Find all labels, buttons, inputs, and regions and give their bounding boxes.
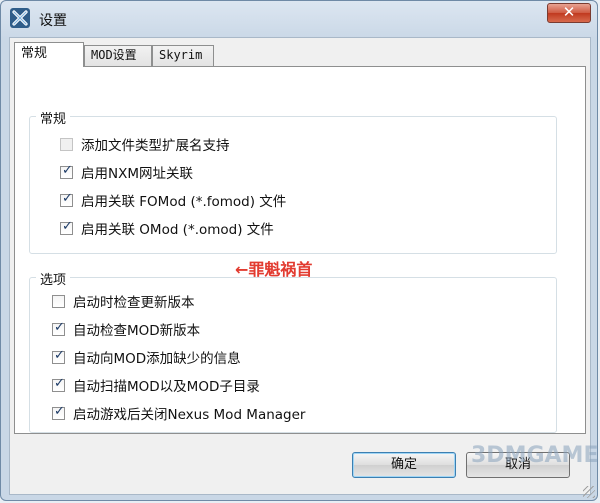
- check-mod-versions-label: 自动检查MOD新版本: [73, 323, 201, 339]
- general-groupbox: 常规 添加文件类型扩展名支持 启用NXM网址关联 启用关联 FOMod (*.f…: [29, 108, 557, 254]
- tab-general[interactable]: 常规: [14, 42, 84, 67]
- settings-window: 设置 ✕ 常规 MOD设置 Skyrim 常规 添加文件类型扩展名支持 启用NX…: [0, 0, 598, 501]
- options-groupbox: 选项 启动时检查更新版本 自动检查MOD新版本 自动向MOD添加缺少的信息 自动…: [29, 269, 557, 433]
- add-missing-info-checkbox[interactable]: [52, 348, 65, 364]
- options-group-title: 选项: [36, 269, 71, 288]
- tab-mod-settings[interactable]: MOD设置: [84, 45, 152, 66]
- option-scan-subdirs[interactable]: 自动扫描MOD以及MOD子目录: [52, 375, 260, 395]
- option-omod-association[interactable]: 启用关联 OMod (*.omod) 文件: [60, 218, 274, 238]
- tab-skyrim[interactable]: Skyrim: [152, 45, 214, 66]
- option-fomod-association[interactable]: 启用关联 FOMod (*.fomod) 文件: [60, 190, 286, 210]
- scan-subdirs-checkbox[interactable]: [52, 376, 65, 392]
- check-mod-versions-checkbox[interactable]: [52, 320, 65, 336]
- tab-page-general: 常规 添加文件类型扩展名支持 启用NXM网址关联 启用关联 FOMod (*.f…: [14, 66, 586, 434]
- ok-button[interactable]: 确定: [352, 452, 456, 478]
- omod-association-label: 启用关联 OMod (*.omod) 文件: [81, 222, 274, 238]
- close-icon: ✕: [562, 3, 576, 21]
- fomod-association-checkbox[interactable]: [60, 191, 73, 207]
- scan-subdirs-label: 自动扫描MOD以及MOD子目录: [73, 379, 260, 395]
- dialog-body: 常规 MOD设置 Skyrim 常规 添加文件类型扩展名支持 启用NXM网址关联…: [9, 37, 591, 495]
- nxm-association-checkbox[interactable]: [60, 163, 73, 179]
- nexus-x-icon: [10, 8, 30, 28]
- omod-association-checkbox[interactable]: [60, 219, 73, 235]
- option-add-missing-info[interactable]: 自动向MOD添加缺少的信息: [52, 347, 241, 367]
- file-extension-checkbox[interactable]: [60, 137, 73, 151]
- option-file-extension[interactable]: 添加文件类型扩展名支持: [60, 134, 230, 154]
- close-after-launch-label: 启动游戏后关闭Nexus Mod Manager: [73, 407, 306, 423]
- general-group-title: 常规: [36, 108, 71, 127]
- culprit-annotation: ←罪魁祸首: [235, 260, 313, 279]
- option-check-updates[interactable]: 启动时检查更新版本: [52, 291, 195, 311]
- resize-grip[interactable]: [583, 486, 595, 498]
- close-button[interactable]: ✕: [547, 3, 591, 23]
- window-title: 设置: [39, 13, 67, 29]
- option-close-after-launch[interactable]: 启动游戏后关闭Nexus Mod Manager: [52, 403, 305, 423]
- title-bar[interactable]: 设置 ✕: [1, 1, 597, 35]
- option-check-mod-versions[interactable]: 自动检查MOD新版本: [52, 319, 200, 339]
- nxm-association-label: 启用NXM网址关联: [81, 166, 193, 182]
- option-nxm-association[interactable]: 启用NXM网址关联: [60, 162, 193, 182]
- site-watermark: 3DMGAME: [471, 443, 599, 468]
- check-updates-label: 启动时检查更新版本: [73, 295, 195, 311]
- file-extension-label: 添加文件类型扩展名支持: [81, 138, 230, 154]
- check-updates-checkbox[interactable]: [52, 294, 65, 308]
- close-after-launch-checkbox[interactable]: [52, 404, 65, 420]
- add-missing-info-label: 自动向MOD添加缺少的信息: [73, 351, 241, 367]
- fomod-association-label: 启用关联 FOMod (*.fomod) 文件: [81, 194, 287, 210]
